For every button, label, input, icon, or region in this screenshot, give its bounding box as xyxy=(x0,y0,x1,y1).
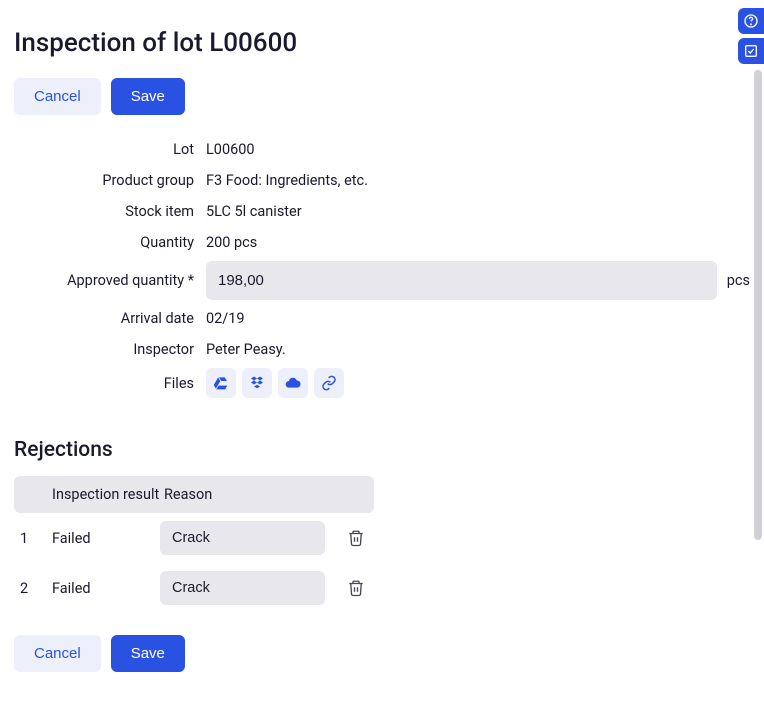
row-number: 1 xyxy=(14,530,40,547)
reason-input[interactable] xyxy=(160,521,325,555)
rejections-header: Inspection result Reason xyxy=(14,476,374,513)
action-buttons-bottom: Cancel Save xyxy=(14,635,750,672)
lot-value: L00600 xyxy=(206,137,750,162)
rejections-title: Rejections xyxy=(14,438,750,462)
check-square-icon xyxy=(743,43,759,59)
arrival-date-label: Arrival date xyxy=(14,310,194,327)
action-buttons-top: Cancel Save xyxy=(14,78,750,115)
scrollbar[interactable] xyxy=(754,70,762,540)
link-icon[interactable] xyxy=(314,368,344,398)
product-group-value: F3 Food: Ingredients, etc. xyxy=(206,168,750,193)
approved-quantity-unit: pcs xyxy=(727,272,750,289)
lot-label: Lot xyxy=(14,141,194,158)
trash-icon xyxy=(347,529,365,547)
table-row: 2 Failed xyxy=(14,563,374,613)
header-inspection-result: Inspection result xyxy=(40,486,160,503)
arrival-date-value: 02/19 xyxy=(206,306,750,331)
page-title: Inspection of lot L00600 xyxy=(14,28,750,58)
file-upload-icons xyxy=(206,368,750,398)
save-button[interactable]: Save xyxy=(111,635,185,672)
inspection-result-value: Failed xyxy=(40,580,160,597)
inspection-form: Lot L00600 Product group F3 Food: Ingred… xyxy=(14,137,750,398)
cancel-button[interactable]: Cancel xyxy=(14,78,101,115)
help-widget[interactable] xyxy=(738,8,764,34)
trash-icon xyxy=(347,579,365,597)
reason-input[interactable] xyxy=(160,571,325,605)
side-widgets xyxy=(738,8,764,64)
help-icon xyxy=(743,13,759,29)
save-button[interactable]: Save xyxy=(111,78,185,115)
quantity-label: Quantity xyxy=(14,234,194,251)
row-number: 2 xyxy=(14,580,40,597)
quantity-value: 200 pcs xyxy=(206,230,750,255)
table-row: 1 Failed xyxy=(14,513,374,563)
google-drive-icon[interactable] xyxy=(206,368,236,398)
cancel-button[interactable]: Cancel xyxy=(14,635,101,672)
stock-item-label: Stock item xyxy=(14,203,194,220)
approved-quantity-label: Approved quantity * xyxy=(14,272,194,289)
delete-row-button[interactable] xyxy=(338,529,374,547)
checklist-widget[interactable] xyxy=(738,38,764,64)
header-reason: Reason xyxy=(160,486,374,503)
stock-item-value: 5LC 5l canister xyxy=(206,199,750,224)
delete-row-button[interactable] xyxy=(338,579,374,597)
product-group-label: Product group xyxy=(14,172,194,189)
inspector-label: Inspector xyxy=(14,341,194,358)
rejections-table: Inspection result Reason 1 Failed 2 Fail… xyxy=(14,476,374,613)
dropbox-icon[interactable] xyxy=(242,368,272,398)
files-label: Files xyxy=(14,375,194,392)
approved-quantity-input[interactable] xyxy=(206,261,717,300)
inspector-value: Peter Peasy. xyxy=(206,337,750,362)
onedrive-icon[interactable] xyxy=(278,368,308,398)
inspection-result-value: Failed xyxy=(40,530,160,547)
